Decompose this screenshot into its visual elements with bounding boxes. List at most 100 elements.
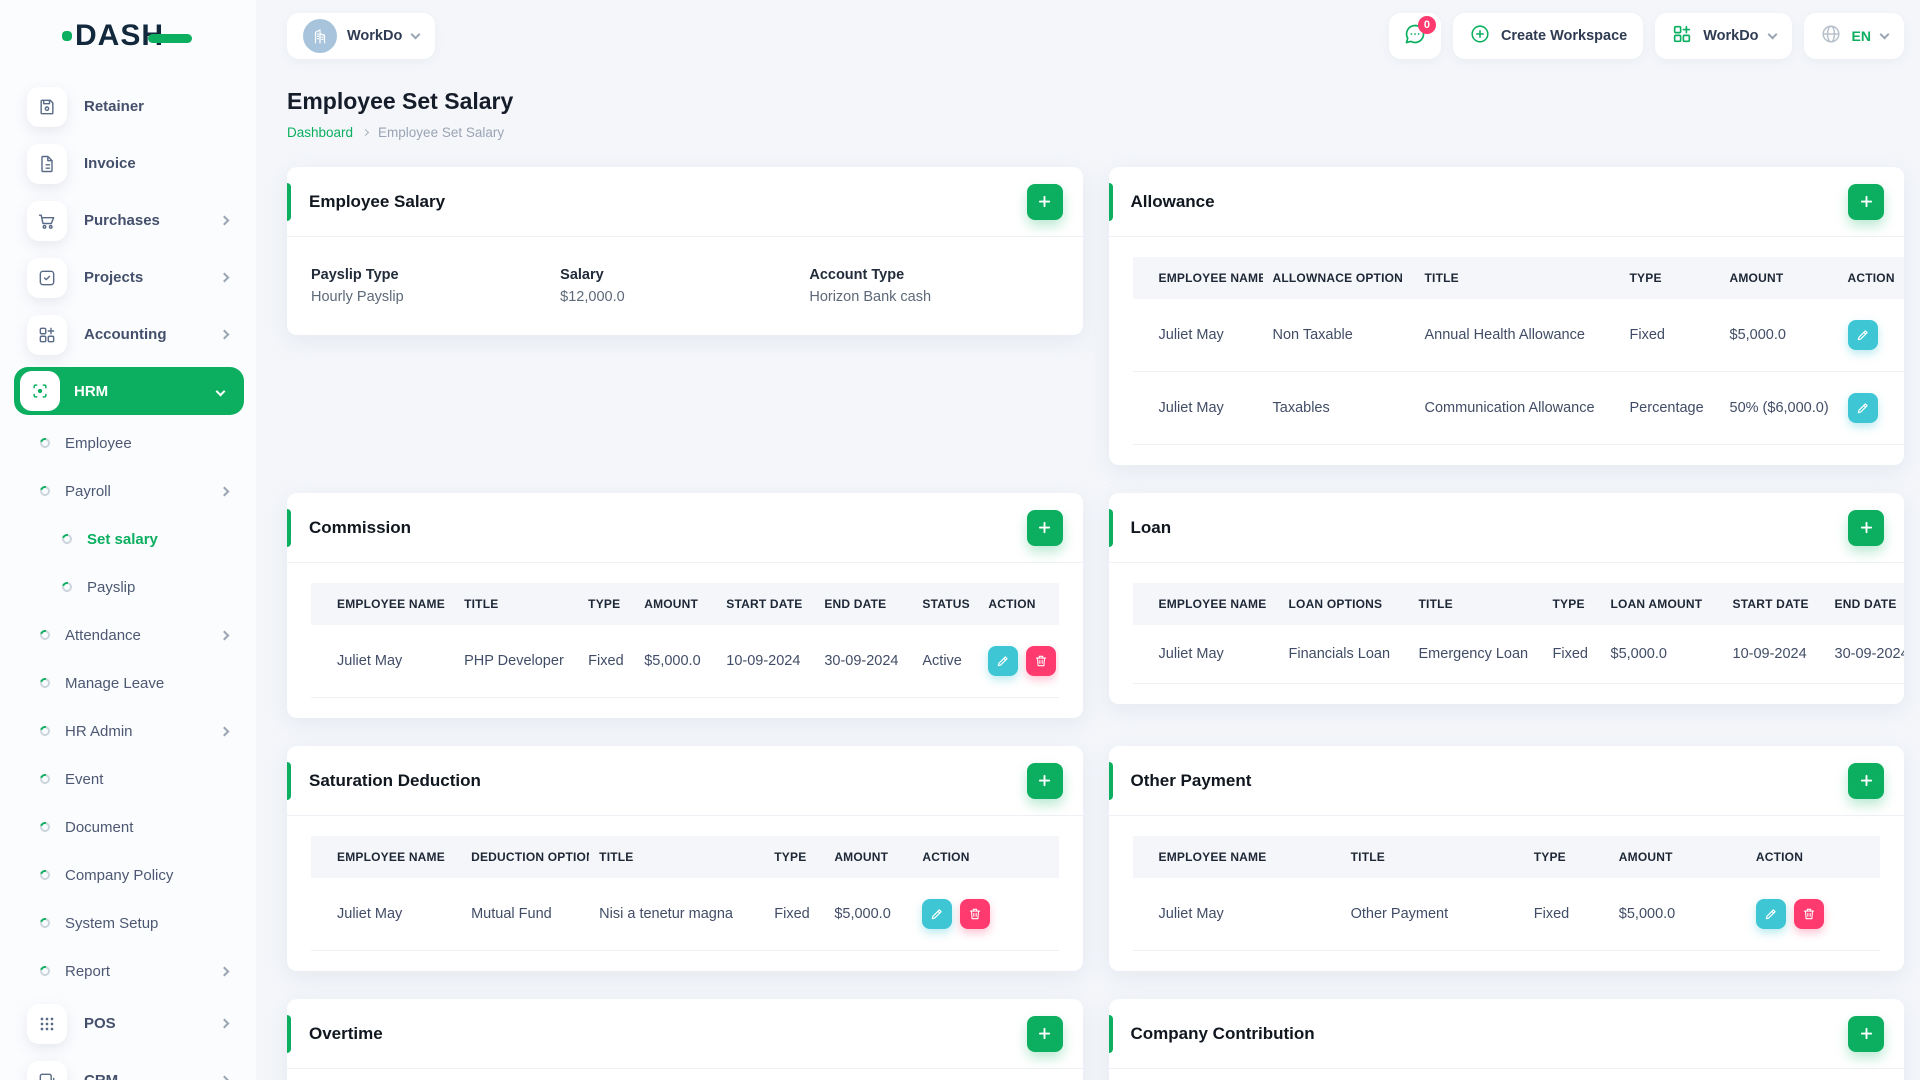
sidebar-subitem-attendance[interactable]: Attendance bbox=[12, 611, 246, 659]
edit-button[interactable] bbox=[1847, 320, 1878, 350]
sidebar-item-purchases[interactable]: Purchases bbox=[12, 192, 246, 249]
bullet-ring-icon bbox=[60, 580, 74, 594]
add-overtime-button[interactable] bbox=[1026, 1015, 1063, 1052]
plus-icon bbox=[1860, 521, 1872, 534]
field-label: Payslip Type bbox=[311, 267, 399, 283]
edit-button[interactable] bbox=[1755, 899, 1786, 929]
column-header: ACTION bbox=[912, 836, 1059, 878]
column-header: TITLE bbox=[1408, 583, 1543, 625]
edit-button[interactable] bbox=[988, 646, 1019, 676]
card-loan: Loan EMPLOYEE NAME LOAN OPTIONS TITLE TY… bbox=[1108, 493, 1904, 704]
column-header: ACTION bbox=[978, 583, 1059, 625]
column-header: EMPLOYEE NAME bbox=[311, 836, 462, 878]
sidebar-item-invoice[interactable]: Invoice bbox=[12, 135, 246, 192]
edit-button[interactable] bbox=[922, 899, 953, 929]
card-title: Saturation Deduction bbox=[309, 770, 481, 790]
sidebar-item-projects[interactable]: Projects bbox=[12, 249, 246, 306]
add-employee-salary-button[interactable] bbox=[1026, 183, 1063, 220]
sidebar-subitem-document[interactable]: Document bbox=[12, 803, 246, 851]
sidebar-item-accounting[interactable]: Accounting bbox=[12, 306, 246, 363]
chevron-right-icon bbox=[219, 726, 230, 736]
add-other-payment-button[interactable] bbox=[1848, 762, 1884, 799]
card-header: Other Payment bbox=[1108, 746, 1904, 816]
table-cell: $5,000.0 bbox=[1719, 299, 1838, 372]
sidebar-subitem-employee[interactable]: Employee bbox=[12, 419, 246, 467]
add-commission-button[interactable] bbox=[1026, 509, 1063, 546]
table-cell: Juliet May bbox=[1132, 372, 1263, 445]
create-workspace-button[interactable]: Create Workspace bbox=[1452, 13, 1644, 59]
sidebar-subitem-label: Employee bbox=[65, 434, 132, 452]
sidebar-subitem-label: Company Policy bbox=[65, 866, 174, 884]
sidebar-subitem-hr-admin[interactable]: HR Admin bbox=[12, 707, 246, 755]
plus-icon bbox=[1038, 1027, 1051, 1040]
column-header: TYPE bbox=[1523, 836, 1609, 878]
other-payment-table: EMPLOYEE NAME TITLE TYPE AMOUNT ACTION J… bbox=[1132, 836, 1880, 951]
table-cell: Fixed bbox=[764, 878, 825, 951]
table-cell: Annual Health Allowance bbox=[1414, 299, 1620, 372]
chevron-right-icon bbox=[219, 1018, 230, 1029]
messages-button[interactable]: 0 bbox=[1388, 13, 1441, 59]
add-allowance-button[interactable] bbox=[1848, 183, 1884, 220]
allowance-table: EMPLOYEE NAME ALLOWNACE OPTION TITLE TYP… bbox=[1132, 257, 1904, 445]
field-value: $12,000.0 bbox=[560, 289, 625, 305]
table-row: Juliet May PHP Developer Fixed $5,000.0 … bbox=[311, 625, 1059, 698]
table-cell: 10-09-2024 bbox=[716, 625, 815, 698]
page-content: Employee Set Salary Dashboard Employee S… bbox=[256, 72, 1920, 1080]
card-body: EMPLOYEE NAME TITLE TYPE AMOUNT ACTION J… bbox=[1109, 816, 1905, 971]
table-header-row: EMPLOYEE NAME LOAN OPTIONS TITLE TYPE LO… bbox=[1132, 583, 1904, 625]
delete-button[interactable] bbox=[1026, 646, 1057, 676]
table-cell: 30-09-2024 bbox=[1824, 625, 1904, 684]
card-body: EMPLOYEE NAME LOAN OPTIONS TITLE TYPE LO… bbox=[1109, 563, 1904, 704]
sidebar-subitem-company-policy[interactable]: Company Policy bbox=[12, 851, 246, 899]
bullet-ring-icon bbox=[38, 772, 52, 786]
card-title: Commission bbox=[309, 517, 412, 537]
table-cell: Mutual Fund bbox=[461, 878, 590, 951]
workspace-selector[interactable]: WorkDo bbox=[287, 13, 436, 59]
bullet-ring-icon bbox=[60, 532, 74, 546]
column-header: STATUS bbox=[912, 583, 979, 625]
delete-button[interactable] bbox=[960, 899, 991, 929]
plus-icon bbox=[1860, 195, 1872, 208]
table-cell: Other Payment bbox=[1340, 878, 1524, 951]
language-selector[interactable]: EN bbox=[1803, 13, 1904, 59]
column-header: AMOUNT bbox=[824, 836, 913, 878]
sidebar-subitem-report[interactable]: Report bbox=[12, 947, 246, 995]
sidebar-subitem-payroll[interactable]: Payroll bbox=[12, 467, 246, 515]
bullet-ring-icon bbox=[38, 436, 52, 450]
sidebar-item-hrm[interactable]: HRM bbox=[14, 367, 244, 415]
sidebar-subitem-label: Payslip bbox=[87, 578, 136, 596]
breadcrumb-dashboard-link[interactable]: Dashboard bbox=[287, 125, 353, 140]
add-loan-button[interactable] bbox=[1848, 509, 1884, 546]
sidebar-item-pos[interactable]: POS bbox=[12, 995, 246, 1052]
field-value: Hourly Payslip bbox=[311, 289, 404, 305]
table-header-row: EMPLOYEE NAME TITLE TYPE AMOUNT ACTION bbox=[1132, 836, 1880, 878]
plus-icon bbox=[1038, 774, 1051, 787]
apps-menu-button[interactable]: WorkDo bbox=[1655, 13, 1792, 59]
table-cell: Juliet May bbox=[1132, 878, 1341, 951]
sidebar-subitem-label: System Setup bbox=[65, 914, 159, 932]
column-header: EMPLOYEE NAME bbox=[311, 583, 455, 625]
sidebar-subitem-manage-leave[interactable]: Manage Leave bbox=[12, 659, 246, 707]
table-cell: Juliet May bbox=[311, 625, 455, 698]
commission-table: EMPLOYEE NAME TITLE TYPE AMOUNT START DA… bbox=[311, 583, 1059, 698]
pencil-icon bbox=[1857, 330, 1868, 341]
app-logo[interactable]: DASH bbox=[62, 19, 193, 53]
plus-icon bbox=[1860, 774, 1872, 787]
plus-icon bbox=[1860, 1027, 1872, 1040]
chevron-down-icon bbox=[410, 29, 421, 40]
sidebar-subitem-payslip[interactable]: Payslip bbox=[12, 563, 246, 611]
card-other-payment: Other Payment EMPLOYEE NAME TITLE TYPE A… bbox=[1108, 746, 1905, 971]
sidebar-subitem-label: Manage Leave bbox=[65, 674, 165, 692]
field-value: Horizon Bank cash bbox=[809, 289, 932, 305]
sidebar-item-crm[interactable]: CRM bbox=[12, 1052, 246, 1080]
chevron-down-icon bbox=[1767, 29, 1777, 40]
sidebar-subitem-event[interactable]: Event bbox=[12, 755, 246, 803]
add-company-contribution-button[interactable] bbox=[1848, 1015, 1884, 1052]
table-cell: $5,000.0 bbox=[824, 878, 913, 951]
sidebar-item-retainer[interactable]: Retainer bbox=[12, 78, 246, 135]
sidebar-subitem-system-setup[interactable]: System Setup bbox=[12, 899, 246, 947]
add-saturation-deduction-button[interactable] bbox=[1026, 762, 1063, 799]
edit-button[interactable] bbox=[1847, 393, 1878, 423]
delete-button[interactable] bbox=[1793, 899, 1824, 929]
sidebar-subitem-set-salary[interactable]: Set salary bbox=[12, 515, 246, 563]
